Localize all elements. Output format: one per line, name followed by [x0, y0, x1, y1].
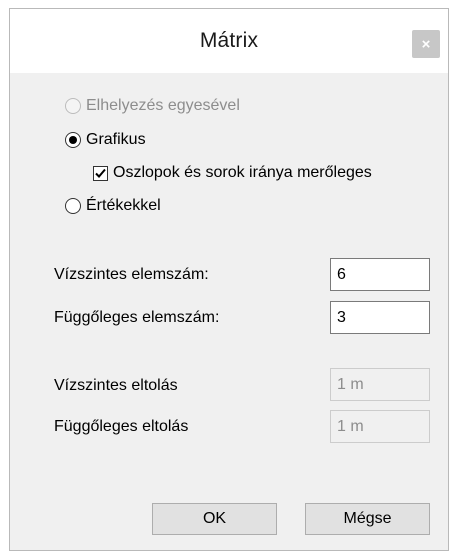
- horizontal-count-input[interactable]: [330, 258, 430, 291]
- cancel-button[interactable]: Mégse: [305, 503, 430, 535]
- checkmark-icon: [95, 168, 106, 178]
- radio-graphic[interactable]: Grafikus: [65, 131, 146, 149]
- close-button[interactable]: ×: [412, 30, 440, 58]
- vertical-count-label: Függőleges elemszám:: [54, 309, 220, 326]
- vertical-offset-label: Függőleges eltolás: [54, 418, 189, 435]
- ok-button[interactable]: OK: [152, 503, 277, 535]
- radio-graphic-label: Grafikus: [86, 131, 146, 148]
- checkbox-perpendicular-label: Oszlopok és sorok iránya merőleges: [113, 164, 372, 181]
- dialog-title: Mátrix: [199, 29, 259, 52]
- horizontal-count-label: Vízszintes elemszám:: [54, 266, 209, 283]
- vertical-count-input[interactable]: [330, 301, 430, 334]
- close-icon: ×: [421, 35, 431, 53]
- title-bar[interactable]: Mátrix ×: [10, 9, 448, 73]
- matrix-dialog: Mátrix × Elhelyezés egyesével Grafikus O…: [9, 8, 449, 551]
- radio-selected-icon[interactable]: [65, 132, 81, 148]
- dialog-body: Elhelyezés egyesével Grafikus Oszlopok é…: [10, 73, 448, 550]
- radio-by-values-label: Értékekkel: [86, 197, 161, 214]
- checkbox-icon[interactable]: [93, 165, 108, 181]
- horizontal-offset-label: Vízszintes eltolás: [54, 377, 178, 394]
- radio-one-by-one-label: Elhelyezés egyesével: [86, 97, 240, 114]
- horizontal-offset-input[interactable]: [330, 368, 430, 401]
- checkbox-perpendicular[interactable]: Oszlopok és sorok iránya merőleges: [93, 164, 372, 182]
- radio-by-values[interactable]: Értékekkel: [65, 197, 161, 215]
- radio-one-by-one[interactable]: Elhelyezés egyesével: [65, 97, 240, 115]
- vertical-offset-input[interactable]: [330, 410, 430, 443]
- radio-icon[interactable]: [65, 198, 81, 214]
- radio-icon[interactable]: [65, 98, 81, 114]
